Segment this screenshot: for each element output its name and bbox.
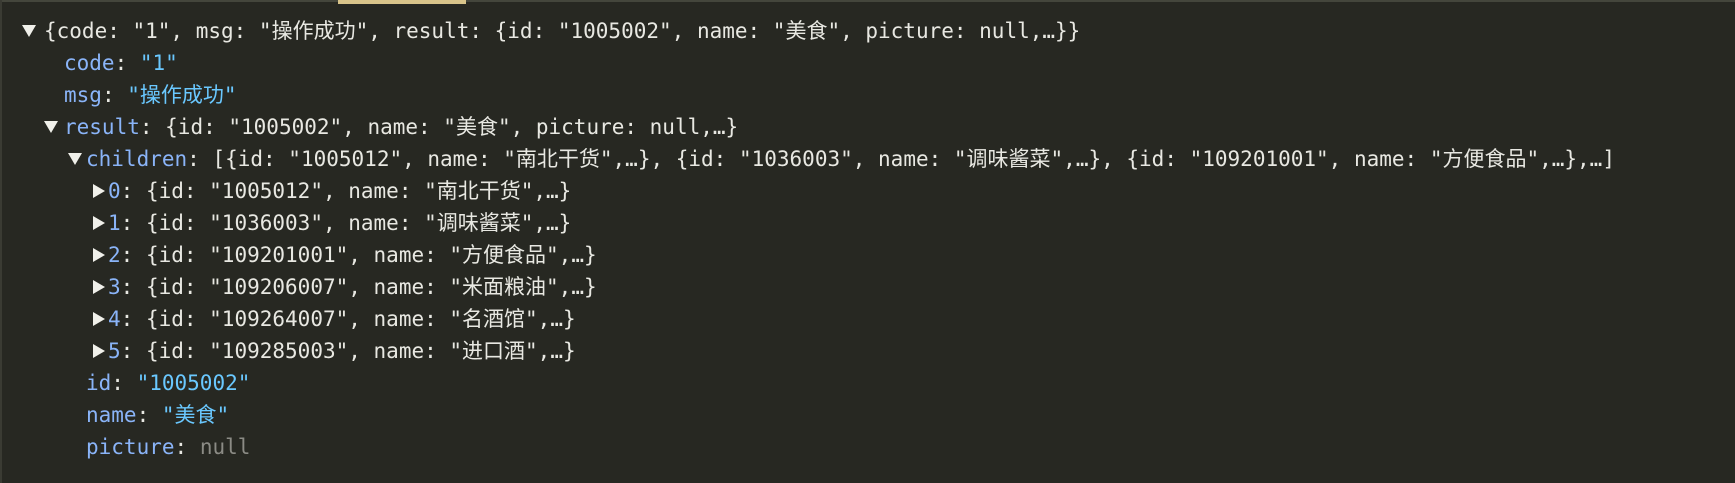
expand-triangle-icon[interactable] (90, 175, 108, 207)
object-preview: {id: "1036003", name: "调味酱菜",…} (145, 211, 572, 235)
tree-row-child-item[interactable]: 4: {id: "109264007", name: "名酒馆",…} (0, 303, 1735, 335)
array-preview: [{id: "1005012", name: "南北干货",…}, {id: "… (212, 147, 1615, 171)
root-object-preview: {code: "1", msg: "操作成功", result: {id: "1… (44, 19, 1081, 43)
property-string-value: "1" (139, 51, 178, 75)
panel-top-border (0, 0, 1735, 2)
collapse-triangle-icon[interactable] (20, 15, 38, 47)
tree-row-child-item[interactable]: 3: {id: "109206007", name: "米面粮油",…} (0, 271, 1735, 303)
property-string-value: "操作成功" (127, 83, 237, 107)
array-index: 3 (108, 275, 121, 299)
property-key: id (86, 371, 112, 395)
tree-row-msg[interactable]: msg: "操作成功" (0, 79, 1735, 111)
tree-row-code[interactable]: code: "1" (0, 47, 1735, 79)
tree-row-child-item[interactable]: 1: {id: "1036003", name: "调味酱菜",…} (0, 207, 1735, 239)
active-tab-indicator (338, 0, 466, 4)
tree-row-child-item[interactable]: 5: {id: "109285003", name: "进口酒",…} (0, 335, 1735, 367)
array-index: 5 (108, 339, 121, 363)
object-preview: {id: "109201001", name: "方便食品",…} (145, 243, 597, 267)
tree-row-root[interactable]: {code: "1", msg: "操作成功", result: {id: "1… (0, 15, 1735, 47)
tree-row-picture[interactable]: picture: null (0, 431, 1735, 463)
property-key: children (86, 147, 188, 171)
property-key: msg (64, 83, 102, 107)
expand-triangle-icon[interactable] (90, 239, 108, 271)
array-index: 1 (108, 211, 121, 235)
tree-row-name[interactable]: name: "美食" (0, 399, 1735, 431)
tree-row-children[interactable]: children: [{id: "1005012", name: "南北干货",… (0, 143, 1735, 175)
expand-triangle-icon[interactable] (90, 207, 108, 239)
property-key: result (64, 115, 140, 139)
expand-triangle-icon[interactable] (90, 271, 108, 303)
object-preview: {id: "109285003", name: "进口酒",…} (145, 339, 576, 363)
property-string-value: "美食" (161, 403, 230, 427)
property-key: code (64, 51, 115, 75)
property-string-value: "1005002" (136, 371, 251, 395)
array-index: 0 (108, 179, 121, 203)
object-preview: {id: "1005002", name: "美食", picture: nul… (165, 115, 739, 139)
array-index: 4 (108, 307, 121, 331)
property-key: picture (86, 435, 175, 459)
tree-row-id[interactable]: id: "1005002" (0, 367, 1735, 399)
expand-triangle-icon[interactable] (90, 303, 108, 335)
expand-triangle-icon[interactable] (90, 335, 108, 367)
tree-row-child-item[interactable]: 2: {id: "109201001", name: "方便食品",…} (0, 239, 1735, 271)
tree-row-result[interactable]: result: {id: "1005002", name: "美食", pict… (0, 111, 1735, 143)
json-tree-viewer: {code: "1", msg: "操作成功", result: {id: "1… (0, 15, 1735, 463)
tree-row-child-item[interactable]: 0: {id: "1005012", name: "南北干货",…} (0, 175, 1735, 207)
object-preview: {id: "1005012", name: "南北干货",…} (145, 179, 572, 203)
object-preview: {id: "109264007", name: "名酒馆",…} (145, 307, 576, 331)
object-preview: {id: "109206007", name: "米面粮油",…} (145, 275, 597, 299)
property-key: name (86, 403, 137, 427)
collapse-triangle-icon[interactable] (66, 143, 84, 175)
collapse-triangle-icon[interactable] (42, 111, 60, 143)
array-index: 2 (108, 243, 121, 267)
property-null-value: null (199, 435, 251, 459)
